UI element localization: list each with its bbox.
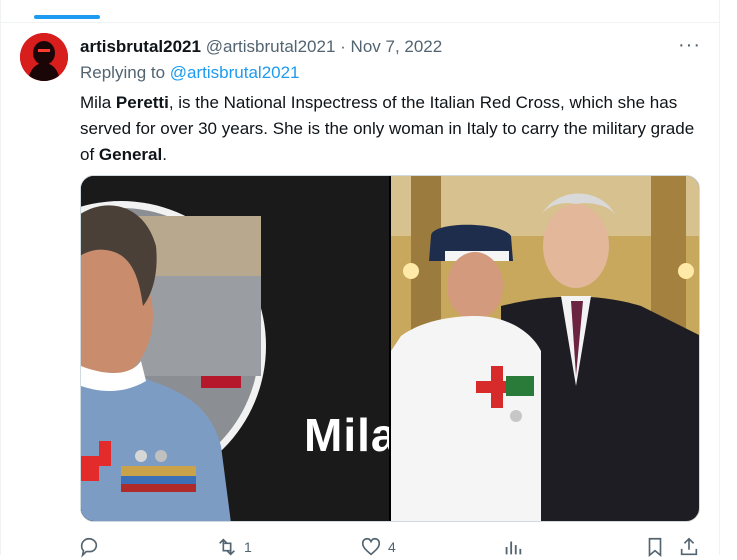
- tweet-text: Mila Peretti, is the National Inspectres…: [80, 90, 710, 168]
- media-photo-left[interactable]: Mila: [81, 176, 389, 521]
- tweet-header: artisbrutal2021 @artisbrutal2021 · Nov 7…: [80, 36, 442, 58]
- photo-left-image: [81, 176, 389, 521]
- photo-caption-overlay: Mila: [304, 409, 389, 461]
- like-count: 4: [388, 539, 396, 555]
- media-photo-right[interactable]: [391, 176, 699, 521]
- retweet-count: 1: [244, 539, 252, 555]
- header-divider: [0, 22, 720, 23]
- user-handle[interactable]: @artisbrutal2021: [206, 37, 336, 56]
- column-border-right: [719, 0, 720, 555]
- tweet-text-bold: Peretti: [115, 93, 169, 112]
- replying-to: Replying to @artisbrutal2021: [80, 62, 300, 84]
- avatar[interactable]: [20, 33, 68, 81]
- tweet-text-part: Mila: [80, 93, 116, 112]
- column-border-left: [0, 0, 1, 555]
- tweet-actions: 1 4: [78, 536, 708, 560]
- tweet-text-part: , is the National Inspectress of the Ita…: [80, 93, 695, 164]
- reply-prefix: Replying to: [80, 63, 166, 82]
- reply-handle-link[interactable]: @artisbrutal2021: [170, 63, 300, 82]
- more-icon[interactable]: ···: [678, 35, 701, 55]
- active-tab-indicator: [34, 15, 100, 19]
- tweet-text-part: .: [162, 145, 167, 164]
- display-name[interactable]: artisbrutal2021: [80, 37, 201, 56]
- media-grid: Mila: [80, 175, 700, 522]
- photo-right-image: [391, 176, 699, 521]
- header-separator: ·: [340, 37, 346, 56]
- tweet-date[interactable]: Nov 7, 2022: [351, 37, 443, 56]
- avatar-image: [20, 33, 68, 81]
- tweet-text-bold: General: [98, 145, 163, 164]
